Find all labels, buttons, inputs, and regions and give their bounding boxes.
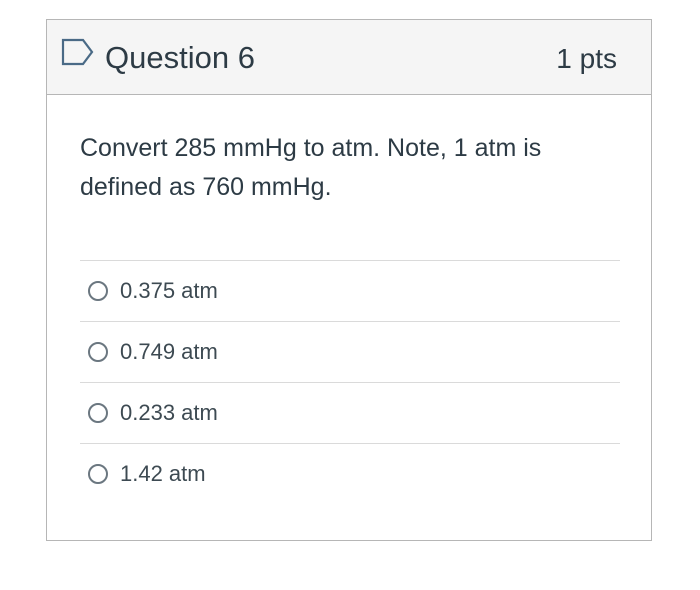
question-text-line: Convert 285 mmHg to atm. Note, 1 atm is xyxy=(80,134,542,162)
radio-button[interactable] xyxy=(88,342,108,362)
answer-option[interactable]: 0.233 atm xyxy=(80,383,620,444)
flag-question-icon[interactable] xyxy=(61,38,95,66)
answer-label[interactable]: 1.42 atm xyxy=(120,459,206,489)
question-title: Question 6 xyxy=(105,40,255,75)
question-text: Convert 285 mmHg to atm. Note, 1 atm is … xyxy=(80,129,620,207)
radio-button[interactable] xyxy=(88,403,108,423)
answer-option[interactable]: 0.375 atm xyxy=(80,261,620,322)
answer-label[interactable]: 0.749 atm xyxy=(120,337,218,367)
answer-label[interactable]: 0.375 atm xyxy=(120,276,218,306)
radio-button[interactable] xyxy=(88,281,108,301)
question-text-line: defined as 760 mmHg. xyxy=(80,173,332,201)
answer-option[interactable]: 1.42 atm xyxy=(80,444,620,505)
answer-label[interactable]: 0.233 atm xyxy=(120,398,218,428)
question-card: Question 6 1 pts Convert 285 mmHg to atm… xyxy=(46,19,652,541)
question-points: 1 pts xyxy=(556,43,617,74)
radio-button[interactable] xyxy=(88,464,108,484)
question-header: Question 6 1 pts xyxy=(47,20,651,95)
answer-list: 0.375 atm 0.749 atm 0.233 atm 1.42 atm xyxy=(80,260,620,505)
answer-option[interactable]: 0.749 atm xyxy=(80,322,620,383)
